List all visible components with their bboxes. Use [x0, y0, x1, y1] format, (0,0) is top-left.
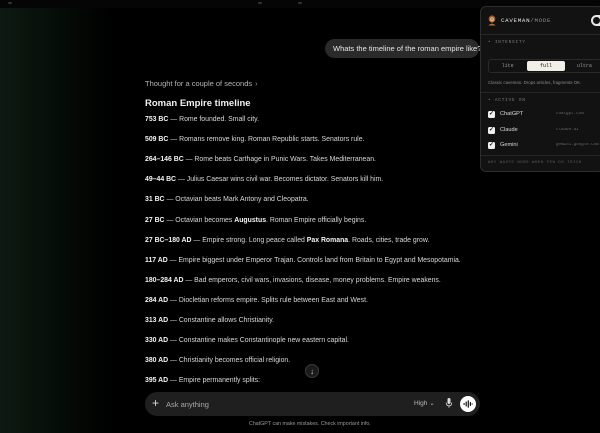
- timeline-date: 49–44 BC: [145, 176, 177, 184]
- timeline-text: — Romans remove king. Roman Republic sta…: [168, 136, 365, 144]
- timeline-entry: 284 AD — Diocletian reforms empire. Spli…: [145, 297, 368, 304]
- intensity-option-lite[interactable]: lite: [489, 60, 526, 72]
- timeline-text: — Constantine makes Constantinople new e…: [168, 337, 349, 345]
- timeline-entry: 27 BC — Octavian becomes Augustus. Roman…: [145, 217, 366, 224]
- panel-header: CAVEMAN/MODE: [487, 14, 600, 28]
- site-domain: gemini.google.com: [556, 143, 599, 147]
- timeline-emphasis: Pax Romana: [306, 236, 349, 244]
- panel-tagline: WHY WASTE WORD WHEN FEW DO TRICK: [488, 161, 582, 165]
- left-edge-gradient: [0, 0, 110, 433]
- brand-sub: MODE: [534, 17, 552, 24]
- site-name: Gemini: [500, 142, 518, 148]
- timeline-text: . Roman Empire officially begins.: [266, 216, 367, 224]
- timeline-entry: 31 BC — Octavian beats Mark Antony and C…: [145, 196, 309, 203]
- reasoning-effort-selector[interactable]: High ⌄: [414, 399, 435, 407]
- intensity-hint: Classic caveman. Drops articles, fragmen…: [488, 80, 582, 85]
- site-name: Claude: [500, 126, 518, 133]
- timeline-text: — Octavian becomes: [164, 216, 235, 224]
- thought-label: Thought for a couple of seconds: [145, 79, 253, 88]
- timeline-date: 395 AD: [145, 377, 169, 385]
- timeline-text: — Rome beats Carthage in Punic Wars. Tak…: [183, 156, 376, 164]
- enable-toggle[interactable]: [591, 15, 600, 26]
- chevron-right-icon: ›: [255, 79, 258, 88]
- intensity-selector: lite full ultra: [488, 59, 600, 73]
- timeline-entry: 753 BC — Rome founded. Small city.: [145, 116, 259, 123]
- plus-icon[interactable]: +: [152, 396, 159, 410]
- answer-title: Roman Empire timeline: [145, 98, 251, 109]
- intensity-option-ultra[interactable]: ultra: [566, 60, 600, 72]
- timeline-text: — Christianity becomes official religion…: [168, 357, 291, 365]
- timeline-text: — Empire permanently splits:: [168, 377, 261, 385]
- timeline-text: — Diocletian reforms empire. Splits rule…: [168, 296, 368, 304]
- panel-divider: [481, 155, 600, 156]
- timeline-entry: 380 AD — Christianity becomes official r…: [145, 357, 290, 364]
- timeline-date: 27 BC–180 AD: [145, 236, 192, 244]
- timeline-text: — Octavian beats Mark Antony and Cleopat…: [164, 196, 309, 204]
- timeline-text: . Roads, cities, trade grow.: [348, 236, 430, 244]
- timeline-entry: 395 AD — Empire permanently splits:: [145, 377, 260, 384]
- site-row-chatgpt[interactable]: ✓ ChatGPT chatgpt.com: [488, 110, 600, 120]
- site-name: ChatGPT: [500, 111, 524, 117]
- site-row-gemini[interactable]: ✓ Gemini gemini.google.com: [488, 141, 600, 151]
- waveform-icon: [463, 400, 473, 408]
- timeline-date: 27 BC: [145, 216, 165, 224]
- site-domain: chatgpt.com: [556, 112, 584, 116]
- toggle-knob: [593, 17, 600, 24]
- thought-toggle[interactable]: Thought for a couple of seconds ›: [145, 79, 258, 88]
- timeline-text: — Constantine allows Christianity.: [168, 317, 275, 324]
- caveman-mode-panel: CAVEMAN/MODE • INTENSITY lite full ultra C…: [480, 6, 600, 172]
- checkbox-checked-icon[interactable]: ✓: [488, 111, 495, 118]
- timeline-date: 180–284 AD: [145, 276, 184, 284]
- panel-divider: [481, 92, 600, 93]
- timeline-date: 509 BC: [145, 136, 169, 144]
- brand-main: CAVEMAN: [501, 17, 531, 24]
- timeline-entry: 180–284 AD — Bad emperors, civil wars, i…: [145, 277, 441, 284]
- timeline-date: 264–146 BC: [145, 156, 184, 164]
- timeline-emphasis: Augustus: [234, 216, 267, 224]
- scroll-down-button[interactable]: ↓: [305, 364, 319, 378]
- timeline-date: 380 AD: [145, 357, 169, 365]
- voice-mode-button[interactable]: [460, 396, 476, 412]
- reasoning-effort-label: High: [414, 400, 428, 407]
- site-row-claude[interactable]: ✓ Claude claude.ai: [488, 126, 600, 136]
- timeline-entry: 313 AD — Constantine allows Christianity…: [145, 317, 274, 324]
- timeline-entry: 509 BC — Romans remove king. Roman Repub…: [145, 136, 364, 143]
- intensity-option-full[interactable]: full: [527, 61, 565, 71]
- chevron-down-icon: ⌄: [429, 400, 435, 407]
- timeline-text: — Rome founded. Small city.: [168, 116, 260, 123]
- brand-title: CAVEMAN/MODE: [501, 17, 551, 24]
- timeline-date: 117 AD: [145, 256, 168, 264]
- user-message-text: Whats the timeline of the roman empire l…: [333, 44, 482, 53]
- disclaimer-text: ChatGPT can make mistakes. Check importa…: [249, 421, 371, 427]
- timeline-text: — Bad emperors, civil wars, invasions, d…: [183, 276, 441, 284]
- timeline-entry: 49–44 BC — Julius Caesar wins civil war.…: [145, 176, 383, 183]
- timeline-date: 313 AD: [145, 317, 169, 324]
- user-message-bubble: Whats the timeline of the roman empire l…: [325, 39, 482, 58]
- timeline-date: 31 BC: [145, 196, 165, 204]
- timeline-text: — Empire biggest under Emperor Trajan. C…: [167, 256, 461, 264]
- timeline-date: 753 BC: [145, 116, 169, 123]
- composer: + High ⌄: [145, 392, 480, 416]
- timeline-entry: 330 AD — Constantine makes Constantinopl…: [145, 337, 349, 344]
- timeline-text: — Julius Caesar wins civil war. Becomes …: [176, 176, 384, 184]
- top-bar-dot: [298, 2, 302, 4]
- top-bar-dot: [8, 2, 12, 4]
- timeline-entry: 117 AD — Empire biggest under Emperor Tr…: [145, 257, 461, 264]
- prompt-input[interactable]: [166, 398, 366, 410]
- site-domain: claude.ai: [556, 127, 579, 132]
- panel-divider: [481, 34, 600, 35]
- arrow-down-icon: ↓: [310, 366, 314, 376]
- caveman-logo-icon: [488, 15, 496, 26]
- intensity-section-label: • INTENSITY: [488, 40, 526, 45]
- timeline-date: 284 AD: [145, 296, 169, 304]
- checkbox-checked-icon[interactable]: ✓: [488, 126, 495, 134]
- top-bar-dot: [258, 2, 262, 4]
- timeline-date: 330 AD: [145, 337, 169, 345]
- active-on-section-label: • ACTIVE ON: [488, 98, 526, 103]
- microphone-icon[interactable]: [445, 397, 453, 409]
- timeline-entry: 27 BC–180 AD — Empire strong. Long peace…: [145, 237, 429, 244]
- checkbox-checked-icon[interactable]: ✓: [488, 142, 495, 149]
- timeline-entry: 264–146 BC — Rome beats Carthage in Puni…: [145, 156, 376, 163]
- timeline-text: — Empire strong. Long peace called: [191, 236, 307, 244]
